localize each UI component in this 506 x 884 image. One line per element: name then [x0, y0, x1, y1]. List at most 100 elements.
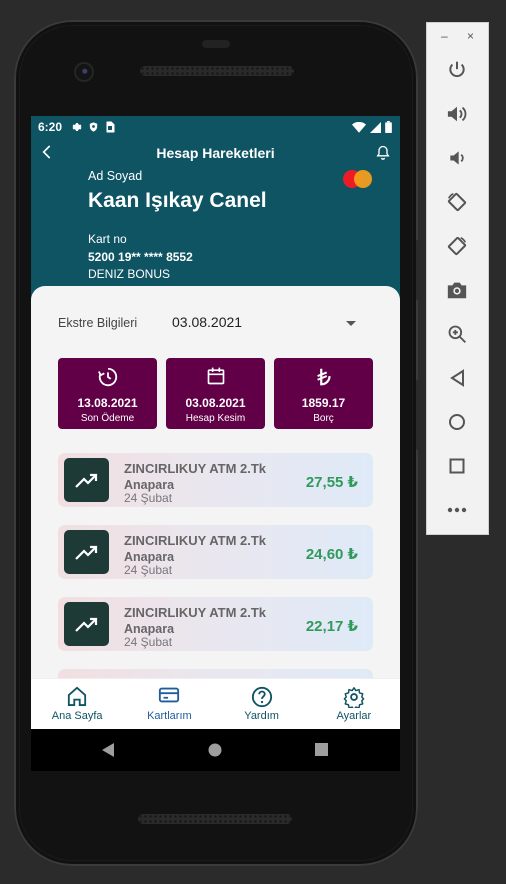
summary-label: Hesap Kesim: [185, 413, 246, 424]
nav-label: Ayarlar: [336, 710, 372, 722]
transaction-type: Anapara: [124, 622, 175, 636]
mastercard-logo: [343, 169, 373, 189]
clock-icon: [97, 367, 117, 387]
summary-value: 03.08.2021: [185, 396, 246, 410]
nav-settings[interactable]: Ayarlar: [308, 679, 400, 729]
holder-label: Ad Soyad: [88, 169, 143, 183]
page-title: Hesap Hareketleri: [156, 145, 275, 161]
screenshot-button[interactable]: [444, 277, 470, 303]
zoom-button[interactable]: [444, 321, 470, 347]
back-icon: [450, 369, 464, 387]
card-number: 5200 19** **** 8552: [88, 250, 193, 264]
phone-volume-button: [416, 380, 421, 450]
trend-up-icon: [64, 530, 109, 574]
rotate-right-icon: [447, 236, 467, 256]
transaction-amount: 24,60 ₺: [305, 546, 358, 563]
nav-home[interactable]: Ana Sayfa: [31, 679, 123, 729]
phone-power-button: [416, 240, 421, 300]
system-home-icon[interactable]: [208, 743, 222, 757]
rotate-left-icon: [447, 192, 467, 212]
volume-up-icon: [447, 106, 467, 122]
bell-icon[interactable]: [375, 144, 391, 161]
phone-top-slot: [202, 40, 230, 48]
window-minimize-button[interactable]: –: [441, 29, 448, 43]
status-time: 6:20: [38, 120, 63, 134]
sim-notification-icon: [106, 121, 115, 133]
volume-down-button[interactable]: [444, 145, 470, 171]
lira-icon: [316, 368, 331, 386]
wifi-icon: [352, 121, 366, 133]
rotate-left-button[interactable]: [444, 189, 470, 215]
more-button[interactable]: [444, 497, 470, 523]
battery-icon: [385, 121, 392, 133]
transaction-amount: 22,17 ₺: [305, 618, 358, 635]
home-icon: [68, 686, 87, 706]
transaction-item-partial[interactable]: [58, 669, 373, 678]
trend-up-icon: [64, 602, 109, 646]
system-overview-icon[interactable]: [315, 743, 328, 756]
settings-notification-icon: [72, 123, 82, 131]
shield-notification-icon: [89, 122, 98, 132]
transaction-type: Anapara: [124, 550, 175, 564]
home-circle-icon: [449, 414, 465, 430]
nav-label: Kartlarım: [147, 710, 192, 722]
more-icon: [447, 507, 467, 513]
transaction-name: ZINCIRLIKUY ATM 2.Tk: [124, 461, 267, 476]
nav-label: Yardım: [244, 710, 279, 722]
app-screen: 6:20 Hesap Hareketleri Ad Soyad Kaan Işı…: [31, 116, 400, 729]
transaction-date: 24 Şubat: [124, 563, 173, 577]
bottom-speaker: [138, 814, 292, 824]
calendar-icon: [207, 367, 224, 385]
power-icon: [449, 61, 465, 78]
system-back-icon[interactable]: [101, 742, 115, 758]
nav-label: Ana Sayfa: [51, 710, 103, 722]
signal-icon: [370, 121, 381, 133]
front-camera: [76, 64, 92, 80]
power-button[interactable]: [444, 57, 470, 83]
status-bar: 6:20: [31, 116, 400, 138]
emulator-home-button[interactable]: [444, 409, 470, 435]
summary-value: 1859.17: [301, 396, 346, 410]
statement-label: Ekstre Bilgileri: [58, 316, 138, 330]
summary-label: Borç: [313, 413, 334, 424]
transaction-date: 24 Şubat: [124, 491, 173, 505]
transaction-amount: 27,55 ₺: [305, 474, 358, 491]
emulator-toolbar: – ×: [426, 22, 489, 535]
window-close-button[interactable]: ×: [467, 29, 474, 43]
earpiece-speaker: [140, 66, 294, 76]
card-icon: [159, 687, 180, 703]
emulator-overview-button[interactable]: [444, 453, 470, 479]
volume-down-icon: [450, 151, 464, 165]
zoom-icon: [448, 325, 466, 343]
summary-value: 13.08.2021: [77, 396, 138, 410]
back-arrow-icon[interactable]: [39, 144, 55, 160]
transaction-name: ZINCIRLIKUY ATM 2.Tk: [124, 533, 267, 548]
transaction-type: Anapara: [124, 478, 175, 492]
transaction-item[interactable]: ZINCIRLIKUY ATM 2.Tk Anapara 24 Şubat 24…: [58, 525, 373, 579]
chevron-down-icon[interactable]: [346, 321, 356, 326]
nav-help[interactable]: Yardım: [216, 679, 308, 729]
camera-icon: [447, 282, 467, 299]
volume-up-button[interactable]: [444, 101, 470, 127]
rotate-right-button[interactable]: [444, 233, 470, 259]
summary-debt: 1859.17 Borç: [274, 358, 373, 429]
bottom-navigation: Ana Sayfa Kartlarım Yardım Ayarlar: [31, 678, 400, 729]
transaction-item[interactable]: ZINCIRLIKUY ATM 2.Tk Anapara 24 Şubat 22…: [58, 597, 373, 651]
card-type: DENIZ BONUS: [88, 267, 171, 281]
statement-panel: Ekstre Bilgileri 03.08.2021 13.08.2021 S…: [31, 286, 400, 678]
summary-statement-date: 03.08.2021 Hesap Kesim: [166, 358, 265, 429]
settings-icon: [343, 687, 365, 708]
summary-due-date: 13.08.2021 Son Ödeme: [58, 358, 157, 429]
card-number-label: Kart no: [88, 232, 127, 246]
emulator-back-button[interactable]: [444, 365, 470, 391]
transaction-item[interactable]: ZINCIRLIKUY ATM 2.Tk Anapara 24 Şubat 27…: [58, 453, 373, 507]
transaction-name: ZINCIRLIKUY ATM 2.Tk: [124, 605, 267, 620]
nav-cards[interactable]: Kartlarım: [123, 679, 215, 729]
statement-date-select[interactable]: 03.08.2021: [172, 314, 242, 330]
holder-name: Kaan Işıkay Canel: [88, 189, 267, 212]
help-icon: [251, 686, 272, 708]
system-navigation-bar: [31, 729, 400, 771]
summary-label: Son Ödeme: [80, 413, 135, 424]
overview-icon: [449, 458, 465, 474]
trend-up-icon: [64, 458, 109, 502]
